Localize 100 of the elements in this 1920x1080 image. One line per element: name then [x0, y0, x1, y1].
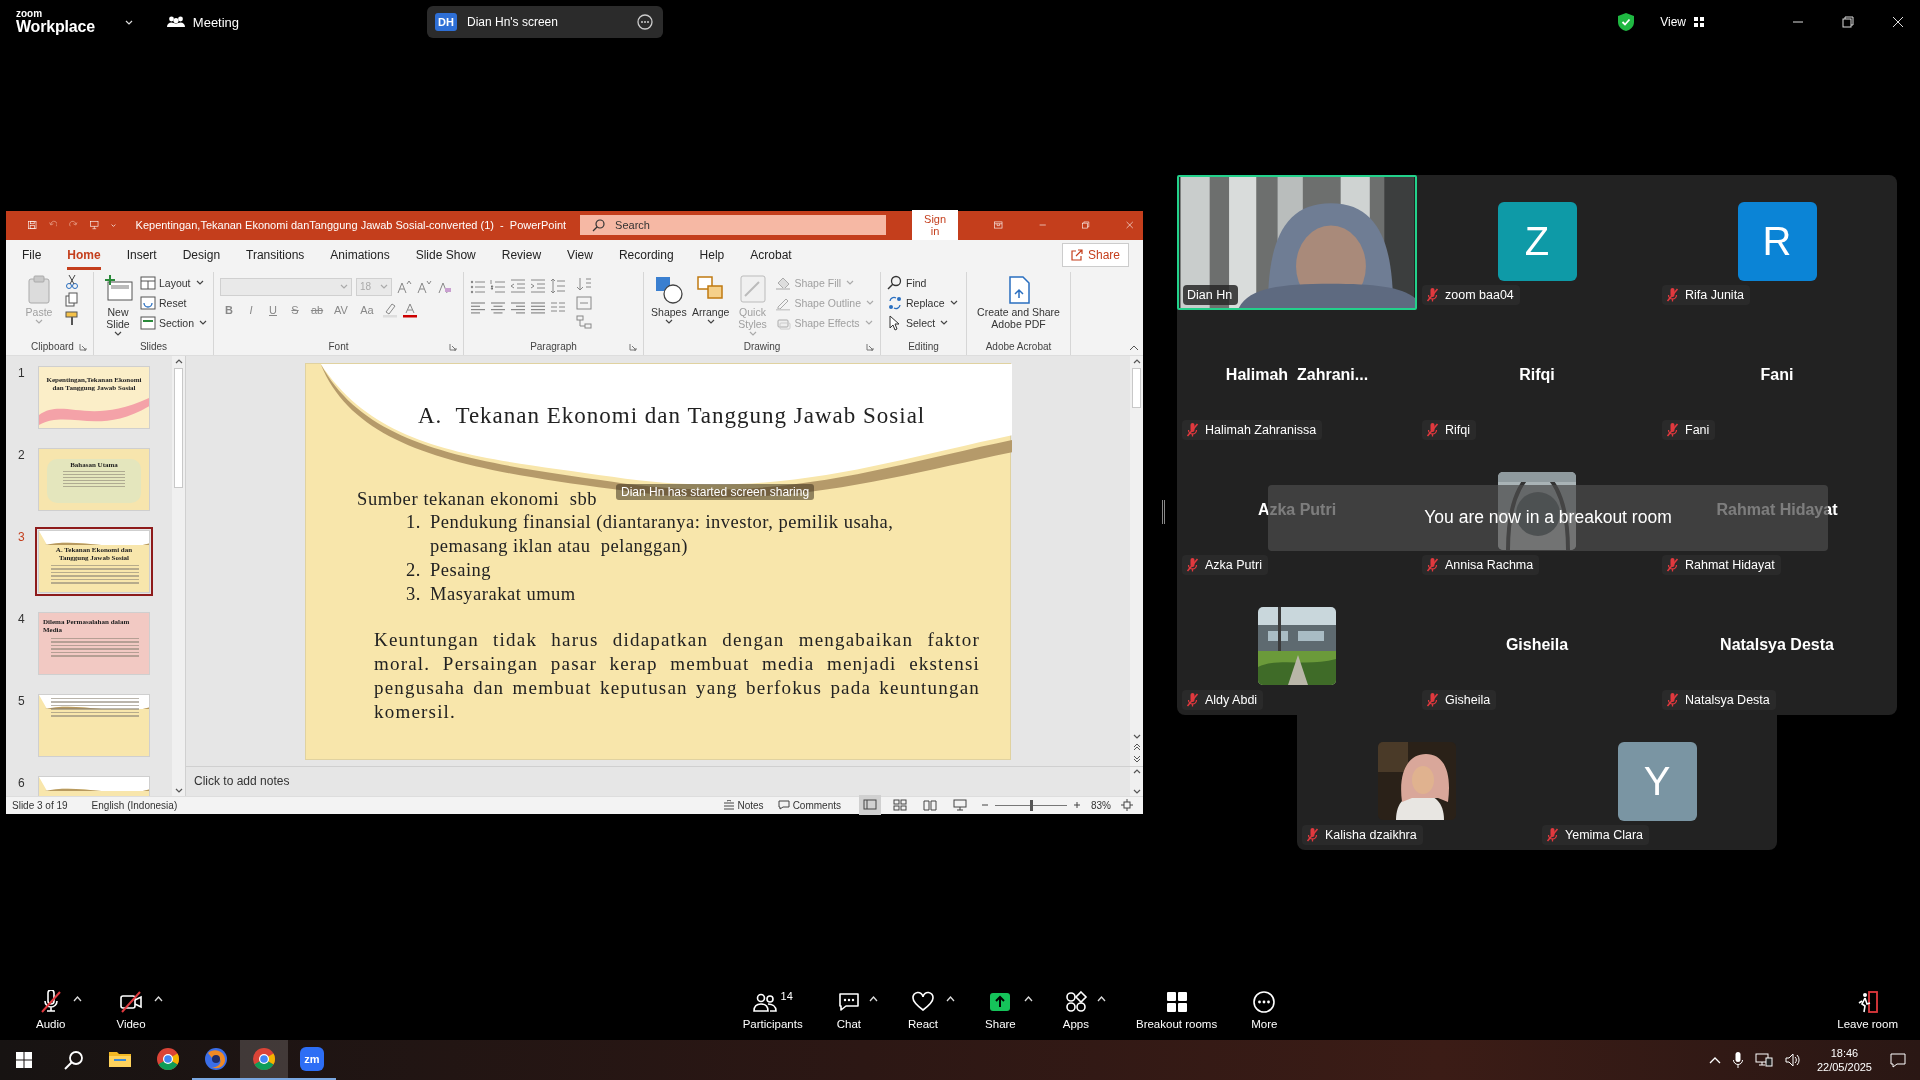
font-name-field[interactable]: [220, 277, 352, 296]
ribbon-tab[interactable]: Help: [699, 239, 725, 270]
more-button[interactable]: More: [1247, 990, 1282, 1030]
chevron-up-icon[interactable]: [1708, 1056, 1721, 1064]
meeting-button[interactable]: Meeting: [166, 14, 240, 30]
dialog-launcher-icon[interactable]: [866, 342, 874, 351]
dialog-launcher-icon[interactable]: [449, 342, 457, 351]
ribbon-button[interactable]: New Slide: [100, 271, 136, 336]
video-button[interactable]: Video: [112, 990, 150, 1030]
restore-icon[interactable]: [1842, 16, 1854, 28]
ribbon-button[interactable]: Find: [887, 273, 958, 292]
participants-button[interactable]: 14 Participants: [738, 990, 807, 1030]
zoom-out-icon[interactable]: [981, 801, 989, 809]
zoom-in-icon[interactable]: [1073, 801, 1081, 809]
ribbon-button[interactable]: Layout: [139, 273, 207, 292]
presenter-icon[interactable]: [89, 218, 99, 232]
ribbon-button[interactable]: Select: [887, 313, 958, 332]
ribbon-tab[interactable]: Review: [501, 239, 542, 270]
ribbon-button[interactable]: Replace: [887, 293, 958, 312]
align-left-icon[interactable]: [470, 299, 486, 316]
language-label: English (Indonesia): [91, 799, 178, 811]
caret-icon[interactable]: [1023, 996, 1033, 1002]
screen-share-tab[interactable]: DH Dian Hn's screen: [427, 6, 664, 38]
caret-icon[interactable]: [1096, 996, 1106, 1002]
ribbon-tab[interactable]: View: [567, 239, 593, 270]
ribbon-button[interactable]: Reset: [139, 293, 207, 312]
caret-icon[interactable]: [946, 996, 956, 1002]
dialog-launcher-icon[interactable]: [79, 342, 87, 351]
sign-in-button[interactable]: Sign in: [912, 210, 959, 240]
chat-button[interactable]: Chat: [832, 990, 865, 1030]
font-color-icon[interactable]: [402, 301, 418, 318]
ribbon-button[interactable]: Shapes: [650, 271, 688, 324]
format-painter-icon[interactable]: [64, 309, 80, 326]
increase-font-icon[interactable]: [396, 278, 412, 295]
participant-name: Fani: [1760, 365, 1794, 384]
caret-icon[interactable]: [869, 996, 878, 1002]
windows-icon[interactable]: [16, 1052, 32, 1068]
network-icon[interactable]: [1754, 1053, 1773, 1067]
fit-slide-icon[interactable]: [1121, 799, 1133, 811]
notes-field[interactable]: Click to add notes: [186, 766, 1130, 796]
clock-date[interactable]: 22/05/2025: [1816, 1060, 1872, 1074]
view-button[interactable]: View: [1660, 15, 1704, 29]
collapse-icon[interactable]: [1129, 344, 1139, 351]
ribbon-tab[interactable]: File: [22, 239, 42, 270]
caret-icon[interactable]: [124, 19, 133, 25]
clock-time[interactable]: 18:46: [1830, 1046, 1859, 1060]
taskbar-button[interactable]: zm: [288, 1040, 336, 1080]
ribbon-button[interactable]: Create and Share Adobe PDF: [973, 271, 1064, 330]
scrollbar-thumb[interactable]: [174, 367, 183, 488]
caret-icon[interactable]: [153, 996, 163, 1002]
react-button[interactable]: React: [904, 990, 943, 1030]
ribbon-tab[interactable]: Recording: [618, 239, 674, 270]
ribbon-tab[interactable]: Design: [182, 239, 221, 270]
scrollbar[interactable]: [172, 355, 185, 796]
slide-thumbnail[interactable]: [38, 693, 150, 757]
scissors-icon[interactable]: [64, 273, 80, 290]
scrollbar[interactable]: [1130, 355, 1143, 766]
notification-icon[interactable]: [1890, 1052, 1906, 1068]
ribbon-tab[interactable]: Slide Show: [415, 239, 476, 270]
share-button[interactable]: Share: [981, 990, 1020, 1030]
ribbon-tab[interactable]: Insert: [126, 239, 157, 270]
highlighter-icon[interactable]: [382, 301, 398, 318]
ribbon-tab[interactable]: Animations: [330, 239, 390, 270]
caret-icon[interactable]: [73, 996, 83, 1002]
scrollbar-thumb[interactable]: [1132, 367, 1141, 408]
dialog-launcher-icon[interactable]: [629, 342, 637, 351]
justify-icon[interactable]: [530, 299, 546, 316]
search-field[interactable]: Search: [580, 215, 887, 235]
slideshow-icon[interactable]: [953, 799, 967, 811]
volume-icon[interactable]: [1784, 1053, 1801, 1067]
copy-icon[interactable]: [64, 291, 80, 308]
ribbon-tab[interactable]: Acrobat: [750, 239, 792, 270]
audio-button[interactable]: Audio: [32, 990, 70, 1030]
comments-button[interactable]: Comments: [777, 799, 841, 811]
breakout-button[interactable]: Breakout rooms: [1131, 990, 1222, 1030]
slide-sorter-icon[interactable]: [893, 799, 907, 811]
smartart-icon[interactable]: [576, 313, 592, 330]
ribbon-tab[interactable]: Transitions: [246, 239, 305, 270]
close-icon[interactable]: [1892, 16, 1904, 28]
caret-icon: [174, 787, 183, 793]
save-icon[interactable]: [28, 218, 37, 232]
text-direction-icon[interactable]: [576, 275, 592, 292]
ribbon-button[interactable]: Section: [139, 313, 207, 332]
taskbar-button[interactable]: [240, 1040, 288, 1080]
align-right-icon[interactable]: [510, 299, 526, 316]
decrease-font-icon[interactable]: [416, 278, 432, 295]
resize-handle[interactable]: [1162, 500, 1165, 524]
microphone-icon[interactable]: [1732, 1052, 1743, 1068]
notes-button[interactable]: Notes: [722, 799, 764, 811]
reading-view-icon[interactable]: [923, 799, 937, 811]
zoom-level[interactable]: 83%: [1091, 799, 1111, 811]
share-button[interactable]: Share: [1061, 242, 1129, 267]
ribbon-button[interactable]: Arrange: [691, 271, 730, 324]
leave-button[interactable]: Leave room: [1833, 990, 1902, 1030]
ribbon-display-icon[interactable]: [994, 219, 1003, 231]
apps-button[interactable]: Apps: [1058, 990, 1093, 1030]
search-icon[interactable]: [64, 1050, 84, 1070]
grid-icon: [1694, 17, 1704, 27]
line-spacing-icon[interactable]: [550, 277, 566, 294]
align-center-icon[interactable]: [490, 299, 506, 316]
